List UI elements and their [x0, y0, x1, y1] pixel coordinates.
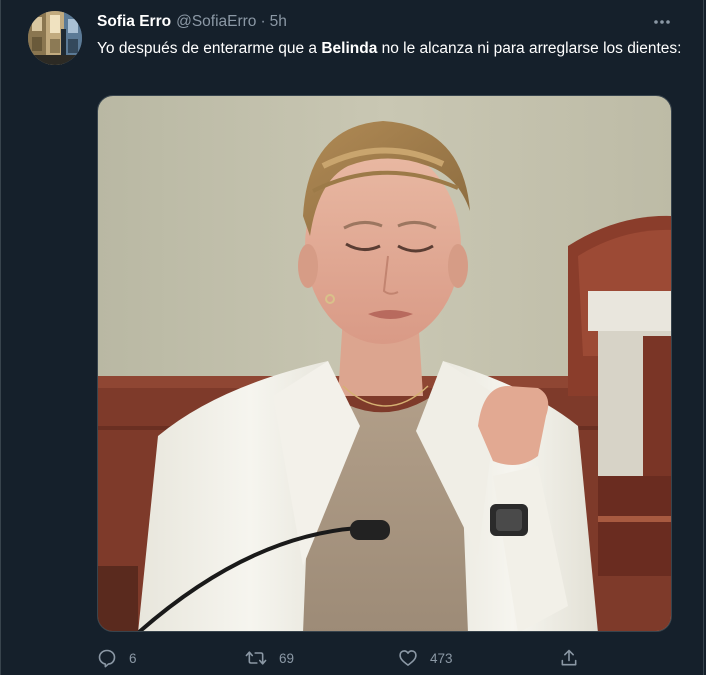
- tweet-text-part2: no le alcanza ni para arreglarse los die…: [377, 40, 682, 57]
- separator: ·: [260, 13, 266, 30]
- more-options-button[interactable]: [651, 13, 673, 31]
- more-horizontal-icon: [654, 20, 670, 24]
- share-button[interactable]: [559, 644, 579, 672]
- retweet-count: 69: [279, 650, 295, 666]
- tweet-photo: [98, 96, 671, 631]
- share-icon: [561, 649, 577, 666]
- avatar-image: [28, 11, 82, 65]
- tweet-text: Yo después de enterarme que a Belinda no…: [97, 37, 687, 60]
- retweet-button[interactable]: 69: [245, 644, 294, 672]
- reply-count: 6: [129, 650, 137, 666]
- timestamp[interactable]: 5h: [270, 13, 287, 31]
- reply-button[interactable]: 6: [97, 644, 137, 672]
- like-count: 473: [430, 650, 453, 666]
- retweet-icon: [245, 651, 267, 665]
- tweet-actions: 6 69 473: [97, 644, 587, 672]
- heart-icon: [399, 650, 417, 666]
- tweet[interactable]: Sofia Erro @SofiaErro · 5h Yo después de…: [0, 0, 704, 675]
- tweet-header: Sofia Erro @SofiaErro · 5h: [97, 11, 287, 33]
- avatar[interactable]: [28, 11, 82, 65]
- display-name[interactable]: Sofia Erro: [97, 13, 171, 31]
- tweet-media[interactable]: [97, 95, 672, 632]
- user-handle[interactable]: @SofiaErro: [176, 13, 256, 31]
- tweet-text-part1: Yo después de enterarme que a: [97, 40, 322, 57]
- tweet-text-mention: Belinda: [321, 40, 378, 57]
- like-button[interactable]: 473: [398, 644, 453, 672]
- reply-icon: [98, 649, 116, 668]
